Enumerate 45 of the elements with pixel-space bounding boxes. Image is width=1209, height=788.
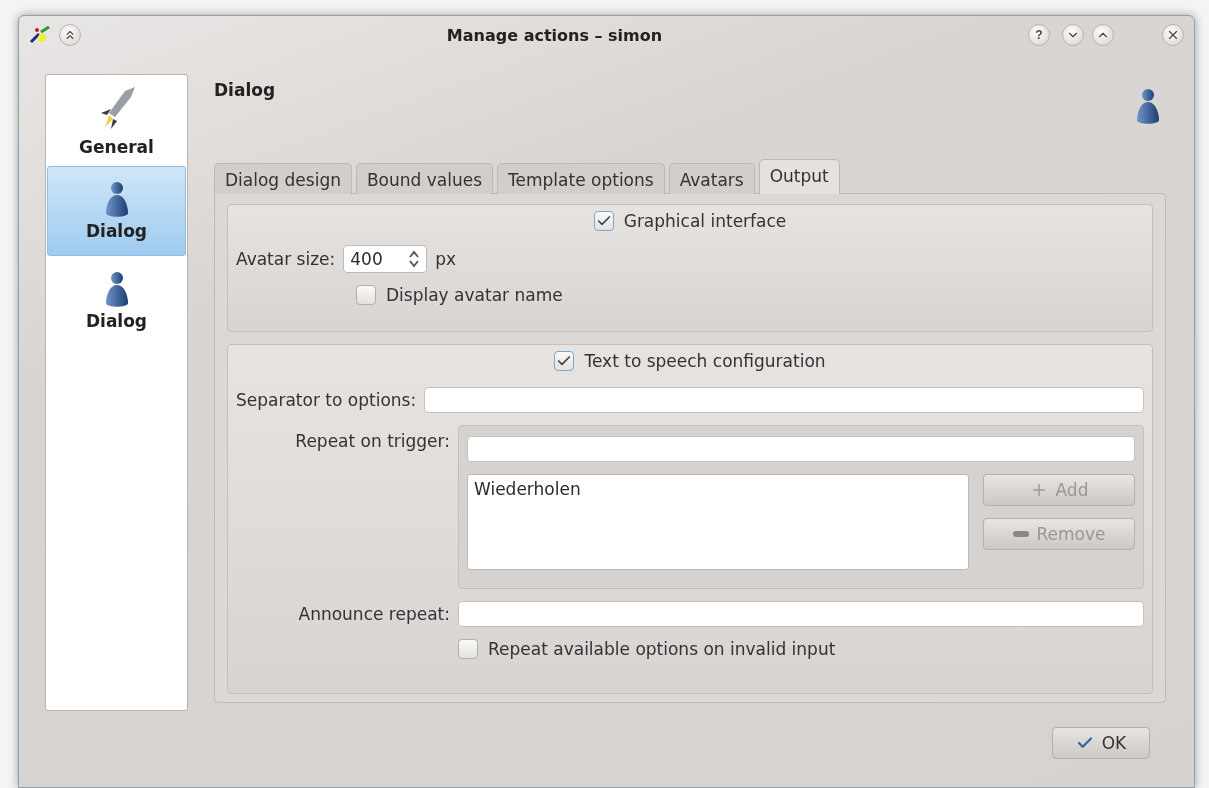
checkbox[interactable]	[554, 351, 575, 371]
checkbox-label: Text to speech configuration	[584, 351, 826, 371]
ok-button[interactable]: OK	[1052, 727, 1150, 759]
sidebar-item-label: Dialog	[85, 311, 148, 331]
tab[interactable]: Template options	[497, 163, 665, 194]
app-logo-icon	[29, 26, 51, 44]
checkbox-label: Display avatar name	[386, 285, 563, 305]
checkbox[interactable]	[593, 211, 614, 231]
close-button[interactable]	[1162, 24, 1184, 46]
minimize-button[interactable]	[1062, 24, 1084, 46]
shade-button[interactable]	[59, 24, 81, 46]
close-icon	[1166, 28, 1180, 42]
field-label: Separator to options:	[236, 390, 417, 410]
sidebar-item-label: Dialog	[85, 221, 148, 241]
checkbox-label: Graphical interface	[623, 211, 787, 231]
person-icon	[1136, 88, 1160, 126]
window-title: Manage actions – simon	[445, 25, 664, 45]
field-label: Repeat on trigger:	[295, 431, 450, 451]
person-icon	[104, 271, 129, 309]
maximize-button[interactable]	[1092, 24, 1114, 46]
tab[interactable]: Bound values	[355, 163, 494, 194]
field-label: Avatar size:	[236, 249, 336, 269]
checkbox-label: Repeat available options on invalid input	[488, 639, 836, 659]
tab[interactable]: Output	[758, 159, 840, 194]
person-icon	[104, 181, 129, 219]
checkbox[interactable]	[356, 285, 376, 305]
tab[interactable]: Avatars	[668, 163, 755, 194]
double-chevron-up-icon	[63, 28, 77, 42]
help-button[interactable]: ?	[1028, 24, 1050, 46]
spin-box[interactable]: 400	[343, 245, 428, 273]
spinner-arrows-icon	[408, 250, 421, 268]
sidebar-item[interactable]: Dialog	[47, 166, 186, 256]
input-field[interactable]	[424, 387, 1144, 413]
checkbox[interactable]	[458, 639, 478, 659]
sidebar-item-label: General	[79, 137, 154, 157]
field-label: Announce repeat:	[298, 604, 450, 624]
input-field[interactable]	[467, 436, 1135, 462]
input-field[interactable]	[458, 601, 1144, 627]
sidebar-item[interactable]: Dialog	[47, 256, 186, 346]
list-item[interactable]: Wiederholen	[474, 479, 962, 499]
unit-label: px	[435, 249, 457, 269]
sidebar-item[interactable]: General	[47, 76, 186, 166]
minus-icon	[1012, 531, 1029, 537]
page-title: Dialog	[214, 80, 276, 100]
tab[interactable]: Dialog design	[214, 163, 352, 194]
